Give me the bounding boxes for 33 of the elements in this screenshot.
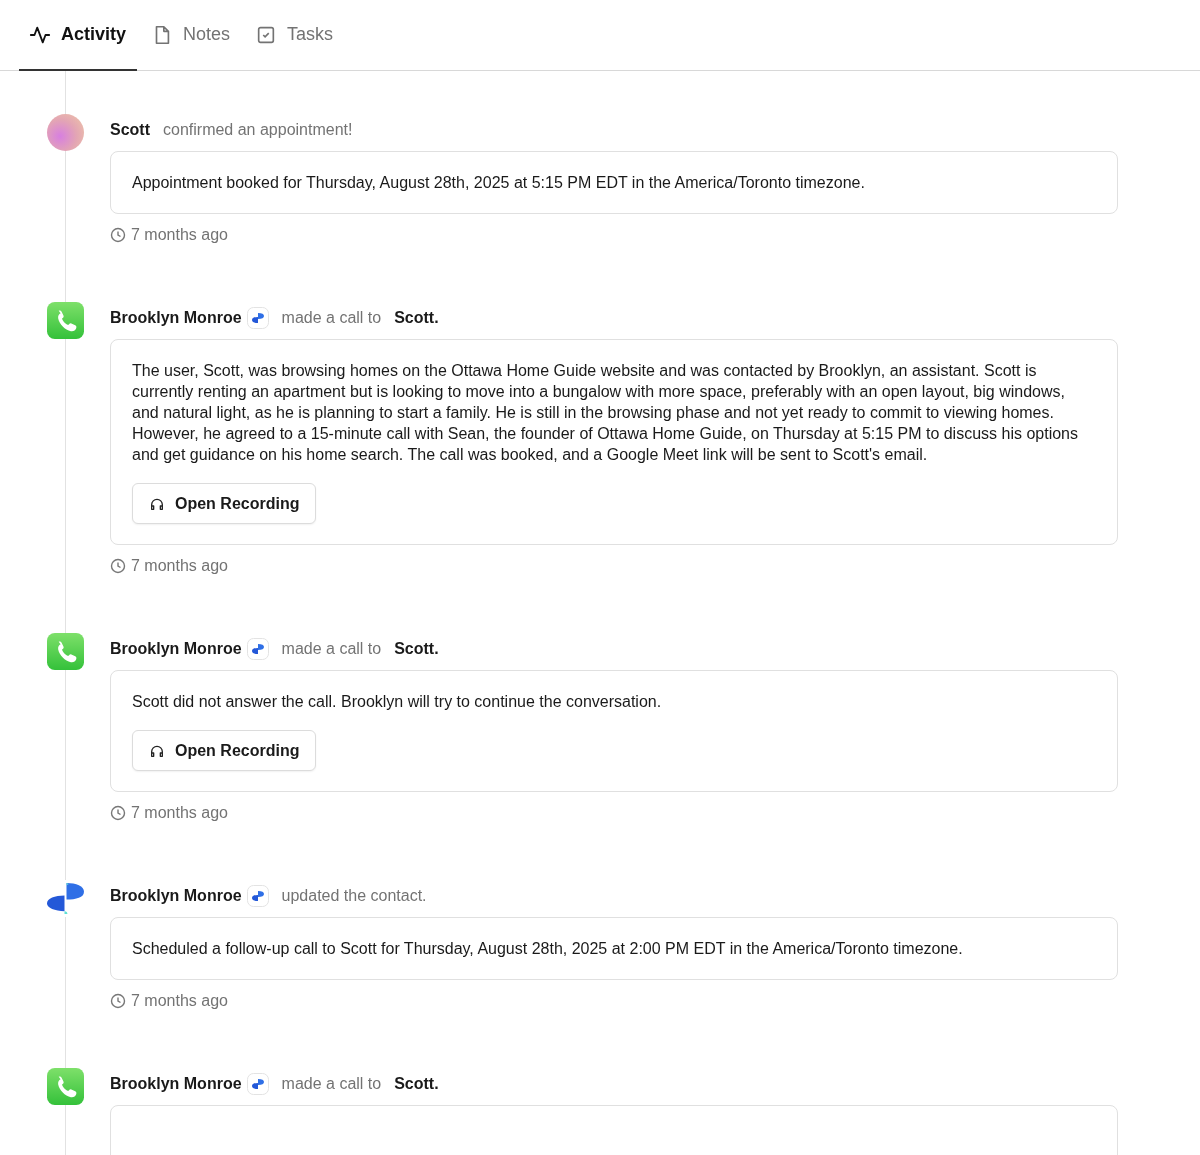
phone-icon <box>47 302 84 339</box>
card-text: The user, Scott, was browsing homes on the Ottawa Home Guide website and was contacted by Brooklyn, an assistant. Scott is currently renting an apartment but is looking to move into a bungalow with more space, preferably with an open layout, big windows, and natural light, as he is planning to start a family. He is still in the browsing phase and not yet ready to commit to viewing homes. However, he agreed to a 15-minute call with Sean, the founder of Ottawa Home Guide, on Thursday at 5:15 PM to discuss his options and get guidance on his home search. The call was booked, and a Google Meet link will be sent to Scott's email. <box>132 361 1079 465</box>
action-text: made a call to <box>281 1074 382 1093</box>
actor-name: Brooklyn Monroe <box>110 639 242 658</box>
avatar <box>47 114 84 151</box>
action-text: made a call to <box>281 639 382 658</box>
timestamp: 7 months ago <box>131 804 228 822</box>
card-text: Scott did not answer the call. Brooklyn will try to continue the conversation. <box>132 692 663 712</box>
card-text: Appointment booked for Thursday, August 28th, 2025 at 5:15 PM EDT in the America/Toronto timezone. <box>132 173 866 193</box>
actor-name: Brooklyn Monroe <box>110 886 242 905</box>
clock-icon <box>110 993 126 1009</box>
target-name: Scott. <box>394 308 439 327</box>
action-text: made a call to <box>281 308 382 327</box>
actor-name: Brooklyn Monroe <box>110 1074 242 1093</box>
open-recording-button[interactable]: Open Recording <box>132 730 317 771</box>
phone-icon <box>47 633 84 670</box>
clock-icon <box>110 558 126 574</box>
timestamp: 7 months ago <box>131 226 228 244</box>
action-text: confirmed an appointment! <box>163 120 353 139</box>
target-name: Scott. <box>394 639 439 658</box>
actor-name: Scott <box>110 120 150 139</box>
phone-icon <box>47 1068 84 1105</box>
target-name: Scott. <box>394 1074 439 1093</box>
clock-icon <box>110 227 126 243</box>
action-text: updated the contact. <box>281 886 427 905</box>
timestamp: 7 months ago <box>131 557 228 575</box>
tab[interactable]: Notes <box>141 0 242 71</box>
timestamp: 7 months ago <box>131 992 228 1010</box>
actor-name: Brooklyn Monroe <box>110 308 242 327</box>
clock-icon <box>110 805 126 821</box>
tab[interactable]: Tasks <box>245 0 345 71</box>
open-recording-button[interactable]: Open Recording <box>132 483 317 524</box>
card-text: Scheduled a follow-up call to Scott for Thursday, August 28th, 2025 at 2:00 PM EDT in the America/Toronto timezone. <box>132 939 964 959</box>
